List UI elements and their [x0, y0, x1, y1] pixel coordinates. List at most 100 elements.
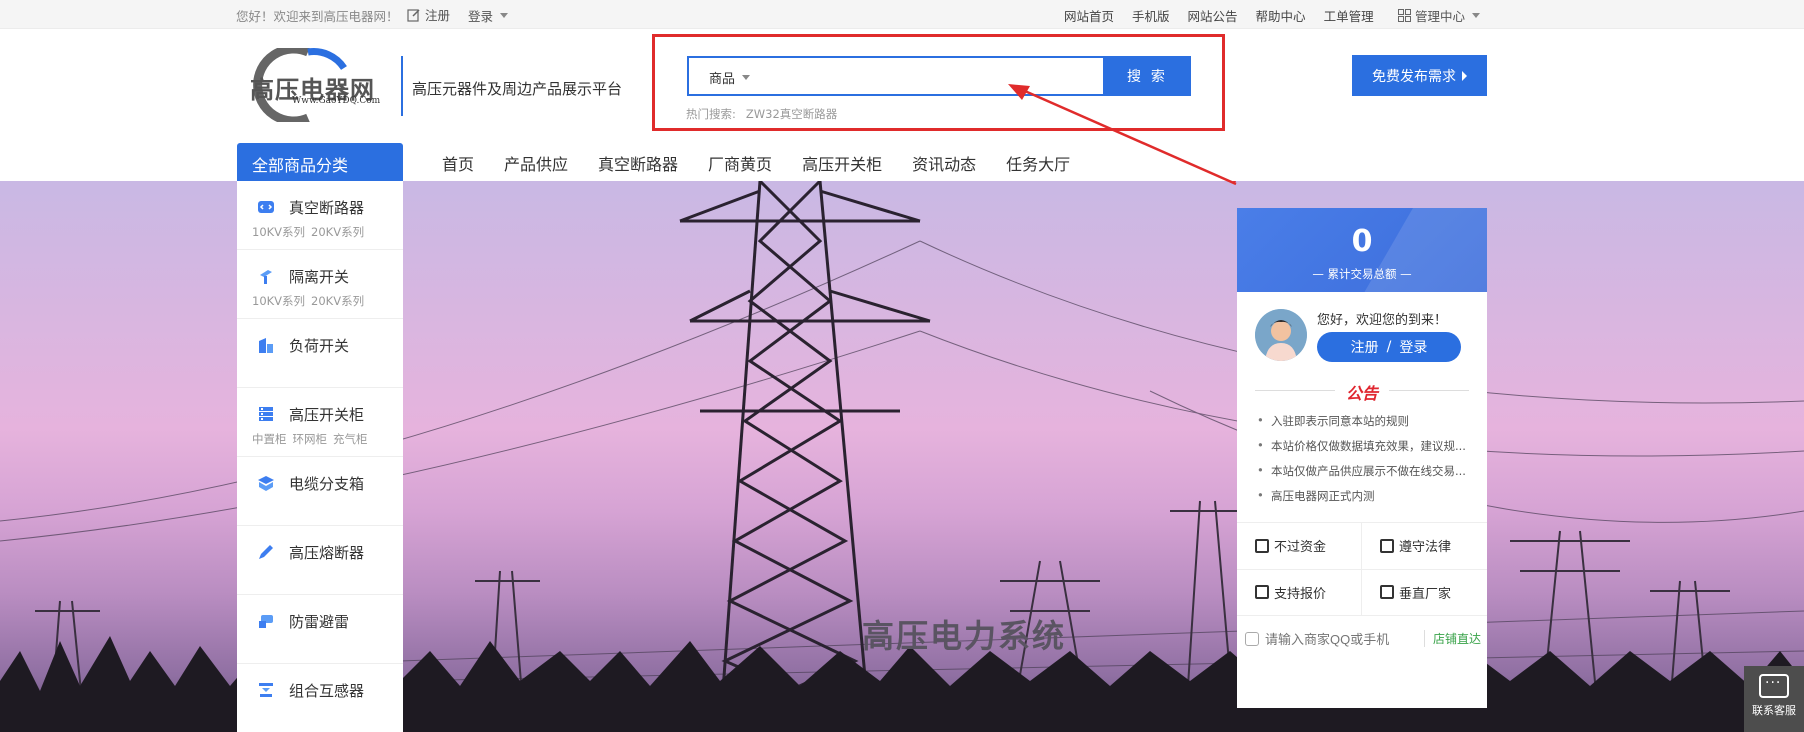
category-item[interactable]: 电缆分支箱	[237, 457, 403, 526]
feature-item: 不过资金	[1237, 523, 1362, 570]
notice-item[interactable]: 本站价格仅做数据填充效果，建议规...	[1257, 438, 1479, 463]
notice-title: 公告	[1345, 384, 1378, 403]
banner-title: 高压电力系统	[862, 617, 1067, 655]
trade-total-label-text: 累计交易总额	[1327, 267, 1397, 281]
chevron-down-icon	[742, 75, 751, 80]
logo-divider	[401, 56, 403, 116]
main-nav: 首页 产品供应 真空断路器 厂商黄页 高压开关柜 资讯动态 任务大厅	[442, 151, 1100, 175]
notice-item[interactable]: 入驻即表示同意本站的规则	[1257, 413, 1479, 438]
nav-item-news[interactable]: 资讯动态	[912, 151, 976, 175]
link-mobile[interactable]: 手机版	[1132, 6, 1170, 25]
nav-item-directory[interactable]: 厂商黄页	[708, 151, 772, 175]
category-subs: 10KV系列 20KV系列	[252, 293, 370, 309]
trade-total-label: — 累计交易总额 —	[1312, 267, 1412, 281]
link-tickets[interactable]: 工单管理	[1324, 6, 1374, 25]
category-sub-link[interactable]: 环网柜	[293, 432, 328, 446]
site-tagline: 高压元器件及周边产品展示平台	[412, 80, 623, 98]
welcome-text: 您好！欢迎来到高压电器网！	[236, 9, 399, 24]
category-subs: 10KV系列 20KV系列	[252, 224, 370, 240]
chevron-down-icon	[500, 13, 509, 18]
shield-icon	[259, 615, 273, 628]
search-button[interactable]: 搜 索	[1104, 56, 1191, 96]
arrow-right-icon	[1462, 70, 1467, 81]
feature-label: 垂直厂家	[1399, 586, 1452, 602]
feature-item: 支持报价	[1237, 569, 1362, 615]
category-sub-link[interactable]: 20KV系列	[311, 225, 364, 239]
link-help[interactable]: 帮助中心	[1256, 6, 1306, 25]
category-name: 高压开关柜	[289, 406, 365, 424]
category-sub-link[interactable]: 10KV系列	[252, 294, 305, 308]
category-item[interactable]: 高压熔断器	[237, 526, 403, 595]
category-item[interactable]: 防雷避雷	[237, 595, 403, 664]
management-dropdown[interactable]: 管理中心	[1398, 6, 1481, 25]
publish-request-button[interactable]: 免费发布需求	[1352, 55, 1487, 96]
trade-stat: 0 — 累计交易总额 —	[1237, 208, 1487, 292]
management-label: 管理中心	[1415, 9, 1466, 24]
shop-search-input[interactable]	[1265, 631, 1415, 647]
category-name: 电缆分支箱	[289, 475, 365, 493]
link-announcement[interactable]: 网站公告	[1188, 6, 1238, 25]
code-icon	[258, 201, 274, 213]
building-icon	[259, 338, 273, 353]
transformer-icon	[259, 683, 273, 697]
category-sub-link[interactable]: 充气柜	[333, 432, 368, 446]
auth-register[interactable]: 注册	[1351, 337, 1379, 357]
hot-term[interactable]: ZW32真空断路器	[746, 107, 837, 121]
feature-grid: 不过资金 遵守法律 支持报价 垂直厂家	[1237, 522, 1487, 616]
user-avatar-icon	[1255, 309, 1307, 361]
logo-subtitle: Www.GaoYDQ.Com	[292, 96, 381, 106]
notice-list: 入驻即表示同意本站的规则 本站价格仅做数据填充效果，建议规... 本站仅做产品供…	[1257, 413, 1479, 513]
hot-searches: 热门搜索: ZW32真空断路器	[686, 106, 837, 122]
register-link[interactable]: 注册	[407, 5, 450, 24]
login-dropdown[interactable]: 登录	[468, 6, 509, 25]
category-item[interactable]: 隔离开关 10KV系列 20KV系列	[237, 250, 403, 319]
service-label: 联系客服	[1752, 704, 1796, 717]
customer-service-button[interactable]: 联系客服	[1744, 666, 1804, 732]
category-item[interactable]: 组合互感器	[237, 664, 403, 732]
category-name: 高压熔断器	[289, 544, 365, 562]
register-label: 注册	[425, 8, 451, 23]
search-box: 商品	[687, 56, 1105, 96]
all-categories-button[interactable]: 全部商品分类	[237, 143, 403, 181]
nav-item-supply[interactable]: 产品供应	[504, 151, 568, 175]
law-icon	[1380, 538, 1394, 553]
chevron-down-icon	[1472, 13, 1481, 18]
avatar[interactable]	[1255, 309, 1307, 361]
chat-icon	[1759, 674, 1789, 698]
category-item[interactable]: 高压开关柜 中置柜 环网柜 充气柜	[237, 388, 403, 457]
auth-button[interactable]: 注册 / 登录	[1317, 332, 1461, 362]
money-icon	[1255, 538, 1269, 553]
feature-label: 不过资金	[1274, 540, 1327, 556]
shop-direct-button[interactable]: 店铺直达	[1423, 630, 1481, 647]
link-home[interactable]: 网站首页	[1064, 6, 1114, 25]
switch-icon	[260, 270, 272, 284]
category-sub-link[interactable]: 10KV系列	[252, 225, 305, 239]
auth-login[interactable]: 登录	[1399, 337, 1427, 357]
category-item[interactable]: 真空断路器 10KV系列 20KV系列	[237, 181, 403, 250]
category-name: 组合互感器	[289, 682, 365, 700]
search-category-label: 商品	[709, 72, 736, 87]
trade-total-value: 0	[1351, 224, 1373, 259]
nav-item-vacuum-breaker[interactable]: 真空断路器	[598, 151, 678, 175]
publish-label: 免费发布需求	[1372, 68, 1456, 85]
search-category-select[interactable]: 商品	[709, 68, 751, 87]
edit-icon	[407, 8, 420, 22]
nav-item-home[interactable]: 首页	[442, 151, 474, 175]
category-name: 防雷避雷	[289, 613, 350, 631]
shop-icon	[1245, 632, 1259, 646]
category-item[interactable]: 负荷开关	[237, 319, 403, 388]
category-list: 真空断路器 10KV系列 20KV系列 隔离开关 10KV系列 20KV系列 负荷开…	[237, 181, 403, 732]
nav-item-tasks[interactable]: 任务大厅	[1006, 151, 1070, 175]
feature-item: 垂直厂家	[1362, 570, 1487, 616]
cabinet-icon	[259, 407, 273, 421]
user-panel: 0 — 累计交易总额 — 您好，欢迎您的到来！ 注册 / 登录 公告 入驻即表示…	[1237, 208, 1487, 708]
nav-item-switchgear[interactable]: 高压开关柜	[802, 151, 882, 175]
feature-label: 遵守法律	[1399, 540, 1452, 556]
notice-item[interactable]: 高压电器网正式内测	[1257, 488, 1479, 513]
category-sub-link[interactable]: 20KV系列	[311, 294, 364, 308]
search-input[interactable]	[777, 64, 1097, 90]
factory-icon	[1380, 585, 1394, 600]
category-sub-link[interactable]: 中置柜	[252, 432, 287, 446]
pen-icon	[259, 545, 273, 559]
notice-item[interactable]: 本站仅做产品供应展示不做在线交易...	[1257, 463, 1479, 488]
